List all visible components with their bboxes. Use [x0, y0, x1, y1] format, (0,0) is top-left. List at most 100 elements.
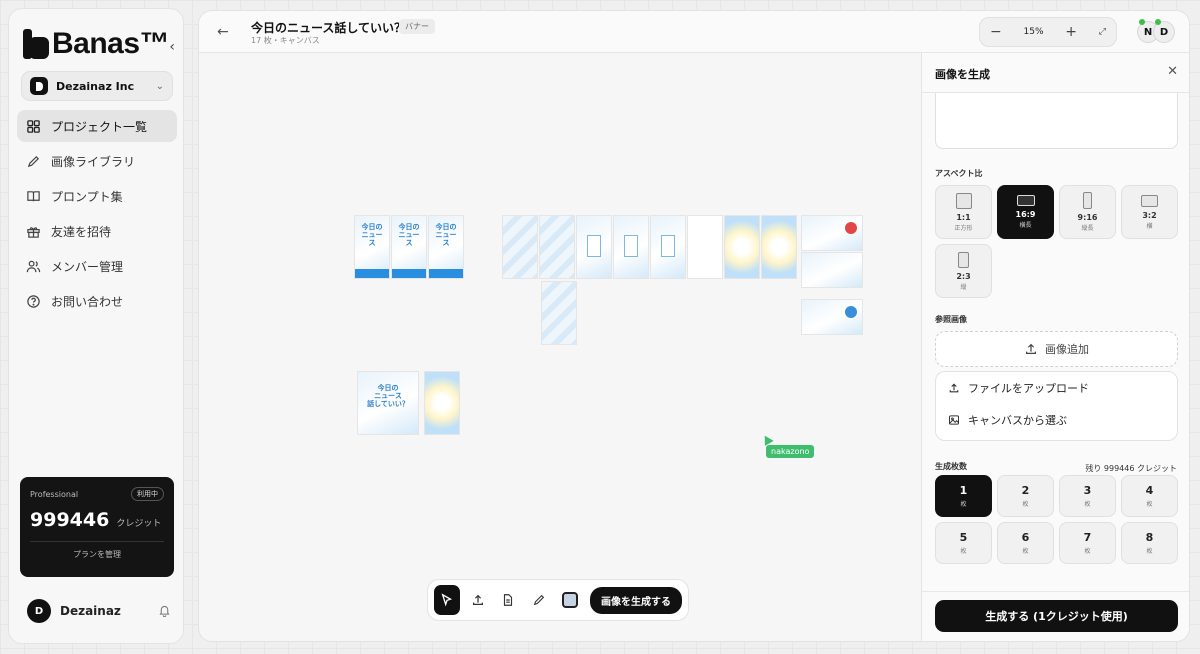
- canvas-image[interactable]: [801, 299, 863, 335]
- document-tool[interactable]: [496, 585, 522, 615]
- brand-logo[interactable]: Banas™: [23, 27, 170, 61]
- canvas-image[interactable]: [541, 281, 577, 345]
- sidebar-item-contact[interactable]: お問い合わせ: [17, 285, 177, 317]
- pencil-icon: [534, 594, 545, 606]
- aspect-option-9-16[interactable]: 9:16 縦長: [1059, 185, 1116, 239]
- sidebar-item-label: 友達を招待: [51, 224, 112, 239]
- add-image-button[interactable]: 画像追加: [935, 331, 1178, 367]
- panel-title: 画像を生成: [935, 68, 990, 81]
- aspect-option-3-2[interactable]: 3:2 横: [1121, 185, 1178, 239]
- portrait-icon: [958, 251, 969, 268]
- zoom-in-button[interactable]: +: [1065, 24, 1077, 40]
- canvas-image[interactable]: 今日の ニュース: [354, 215, 390, 279]
- aspect-option-1-1[interactable]: 1:1 正方形: [935, 185, 992, 239]
- canvas-image[interactable]: [650, 215, 686, 279]
- cursor-arrow-icon: [441, 593, 452, 607]
- count-option-4[interactable]: 4枚: [1121, 475, 1178, 517]
- aspect-option-16-9[interactable]: 16:9 横長: [997, 185, 1054, 239]
- canvas[interactable]: 今日の ニュース 今日の ニュース 今日の ニュース 今日の ニュース 話していい？ na…: [199, 53, 921, 641]
- sidebar-item-image-library[interactable]: 画像ライブラリ: [17, 145, 177, 177]
- landscape-icon: [1141, 194, 1158, 207]
- choose-from-canvas-option[interactable]: キャンバスから選ぶ: [936, 404, 1177, 436]
- canvas-image[interactable]: [613, 215, 649, 279]
- sidebar-item-label: メンバー管理: [51, 259, 124, 274]
- credit-unit: クレジット: [116, 519, 162, 529]
- count-option-5[interactable]: 5枚: [935, 522, 992, 564]
- zoom-out-button[interactable]: −: [990, 24, 1002, 40]
- count-option-3[interactable]: 3枚: [1059, 475, 1116, 517]
- canvas-image[interactable]: [724, 215, 760, 279]
- prompt-textarea[interactable]: [935, 93, 1178, 149]
- canvas-image[interactable]: [687, 215, 723, 279]
- sidebar-item-invite[interactable]: 友達を招待: [17, 215, 177, 247]
- collapse-sidebar-icon[interactable]: ‹: [169, 39, 175, 55]
- canvas-image[interactable]: 今日の ニュース 話していい？: [357, 371, 419, 435]
- project-title: 今日のニュース話していい？: [251, 21, 407, 35]
- reference-source-menu: ファイルをアップロード キャンバスから選ぶ: [935, 371, 1178, 441]
- count-option-7[interactable]: 7枚: [1059, 522, 1116, 564]
- manage-plan-link[interactable]: プランを管理: [30, 549, 164, 560]
- back-arrow-icon[interactable]: ←: [217, 24, 229, 40]
- count-option-2[interactable]: 2枚: [997, 475, 1054, 517]
- fullscreen-icon[interactable]: ⤢: [1099, 27, 1106, 37]
- canvas-image[interactable]: [502, 215, 538, 279]
- portrait-icon: [1083, 192, 1092, 209]
- project-type-badge: バナー: [399, 19, 435, 34]
- org-switcher[interactable]: Dezainaz Inc ⌄: [21, 71, 173, 101]
- draw-tool[interactable]: [526, 585, 552, 615]
- generate-image-button[interactable]: 画像を生成する: [589, 586, 682, 614]
- user-menu[interactable]: D Dezainaz: [27, 599, 171, 623]
- sidebar-item-members[interactable]: メンバー管理: [17, 250, 177, 282]
- remaining-credits: 残り 999446 クレジット: [1085, 464, 1177, 473]
- color-picker[interactable]: [557, 585, 583, 615]
- image-icon: [949, 415, 959, 425]
- canvas-image[interactable]: [539, 215, 575, 279]
- upload-file-option[interactable]: ファイルをアップロード: [936, 372, 1177, 404]
- divider: [30, 541, 164, 542]
- document-icon: [504, 594, 513, 606]
- generate-panel: 画像を生成 ✕ アスペクト比 1:1 正方形 16:9 横長 9:16 縦長 3:2 横: [921, 53, 1189, 641]
- sidebar: Banas™ ‹ Dezainaz Inc ⌄ プロジェクト一覧 画像ライブラリ…: [8, 8, 184, 644]
- users-icon: [26, 260, 41, 272]
- canvas-image[interactable]: [761, 215, 797, 279]
- canvas-toolbar: 画像を生成する: [427, 579, 689, 621]
- sidebar-item-prompts[interactable]: プロンプト集: [17, 180, 177, 212]
- plan-status-badge: 利用中: [131, 487, 164, 501]
- online-indicator: [1139, 19, 1145, 25]
- collaborator-avatar[interactable]: D: [1153, 19, 1175, 43]
- count-label: 生成枚数: [935, 462, 967, 471]
- cursor-user-label: nakazono: [766, 445, 815, 458]
- close-icon[interactable]: ✕: [1167, 64, 1178, 79]
- count-option-1[interactable]: 1枚: [935, 475, 992, 517]
- plan-name: Professional: [30, 489, 79, 499]
- sidebar-item-label: 画像ライブラリ: [51, 154, 136, 169]
- canvas-image[interactable]: [801, 252, 863, 288]
- chevron-down-icon: ⌄: [155, 80, 164, 92]
- org-name: Dezainaz Inc: [56, 79, 135, 93]
- avatar: D: [27, 599, 51, 623]
- count-option-8[interactable]: 8枚: [1121, 522, 1178, 564]
- zoom-control: − 15% + ⤢: [979, 17, 1117, 47]
- canvas-image[interactable]: [424, 371, 460, 435]
- aspect-ratio-options: 1:1 正方形 16:9 横長 9:16 縦長 3:2 横 2:3 縦: [935, 185, 1179, 298]
- canvas-image[interactable]: [576, 215, 612, 279]
- brand-name: Banas™: [52, 27, 170, 60]
- collaborator-cursor: nakazono: [760, 433, 815, 458]
- upload-tool[interactable]: [465, 585, 491, 615]
- bell-icon[interactable]: [158, 602, 171, 621]
- landscape-icon: [1016, 195, 1035, 206]
- count-option-6[interactable]: 6枚: [997, 522, 1054, 564]
- sidebar-item-projects[interactable]: プロジェクト一覧: [17, 110, 177, 142]
- select-tool[interactable]: [434, 585, 460, 615]
- aspect-option-2-3[interactable]: 2:3 縦: [935, 244, 992, 298]
- divider: [922, 591, 1189, 592]
- canvas-image[interactable]: 今日の ニュース: [428, 215, 464, 279]
- canvas-image[interactable]: 今日の ニュース: [391, 215, 427, 279]
- book-icon: [27, 190, 40, 201]
- submit-generate-button[interactable]: 生成する (1クレジット使用): [935, 600, 1178, 632]
- sidebar-item-label: プロンプト集: [51, 189, 123, 204]
- zoom-level: 15%: [1023, 27, 1044, 37]
- org-logo-icon: [30, 77, 48, 95]
- reference-image-label: 参照画像: [935, 315, 967, 324]
- canvas-image[interactable]: [801, 215, 863, 251]
